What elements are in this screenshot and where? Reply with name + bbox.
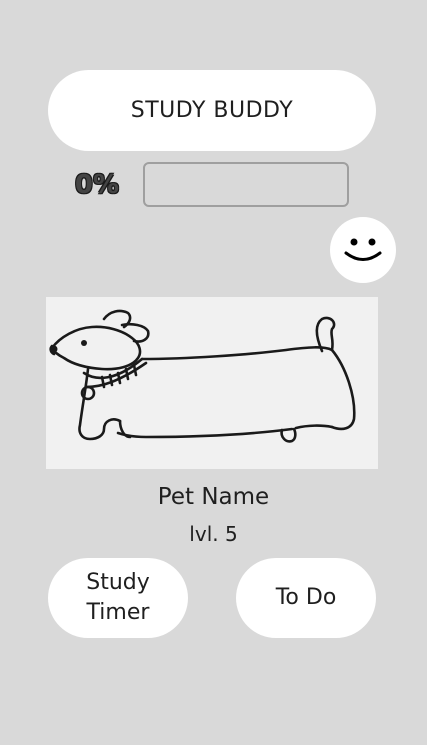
study-timer-label: Study Timer bbox=[86, 570, 150, 625]
pet-name: Pet Name bbox=[157, 484, 270, 510]
mood-button[interactable] bbox=[330, 217, 396, 283]
progress-percent-label: 0% bbox=[74, 170, 120, 200]
todo-button[interactable]: To Do bbox=[236, 558, 376, 638]
app-title: STUDY BUDDY bbox=[48, 70, 376, 151]
app-title-text: STUDY BUDDY bbox=[130, 98, 294, 123]
progress-bar bbox=[143, 162, 349, 207]
pet-image bbox=[46, 297, 378, 469]
todo-label: To Do bbox=[275, 585, 337, 610]
smiley-face-icon bbox=[344, 238, 382, 261]
pet-level: lvl. 5 bbox=[189, 522, 238, 546]
dachshund-dog-drawing bbox=[46, 297, 378, 469]
study-timer-button[interactable]: Study Timer bbox=[48, 558, 188, 638]
